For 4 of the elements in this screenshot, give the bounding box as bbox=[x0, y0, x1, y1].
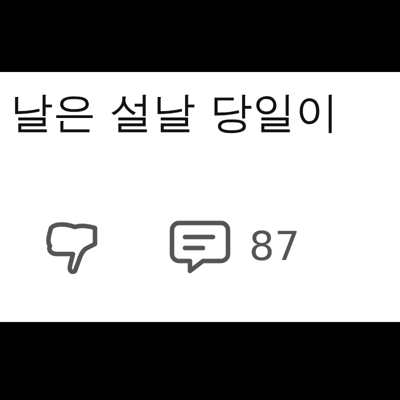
comment-icon[interactable] bbox=[169, 220, 231, 274]
comment-count: 87 bbox=[249, 224, 300, 270]
post-text: 날은 설날 당일이 bbox=[10, 87, 338, 140]
thumbs-down-icon[interactable] bbox=[45, 220, 99, 274]
